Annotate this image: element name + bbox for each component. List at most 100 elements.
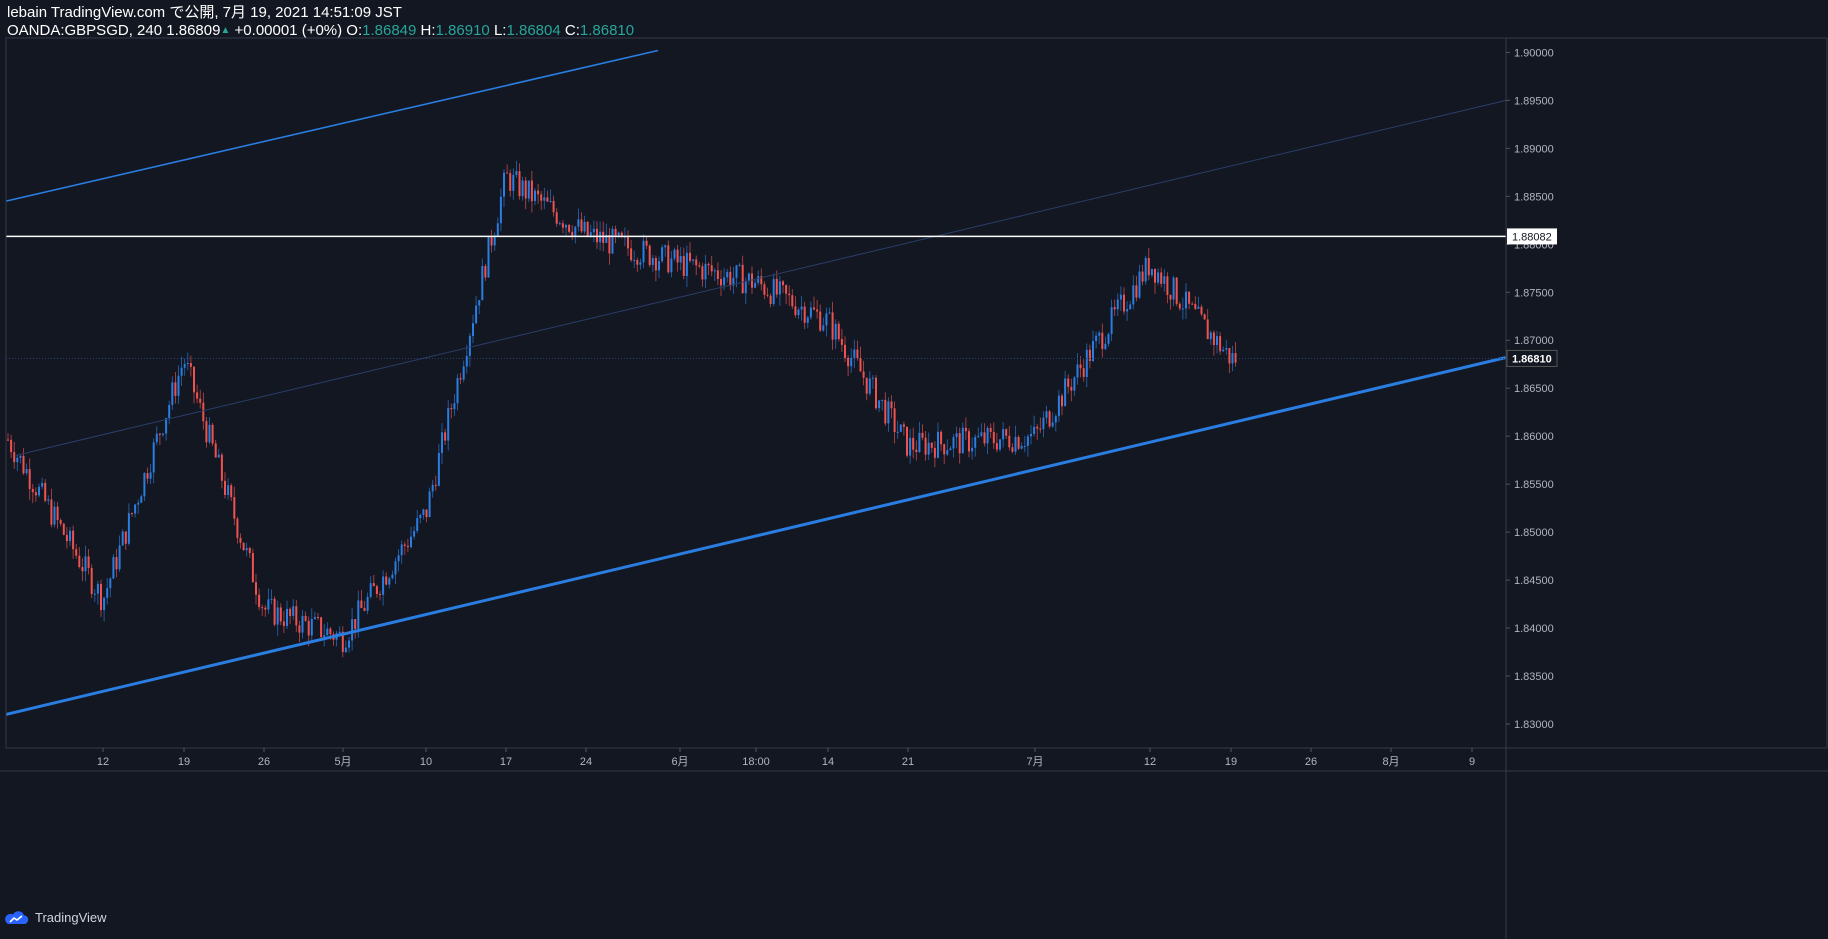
y-tick-label: 1.89500 <box>1514 95 1554 107</box>
candle-body <box>648 245 651 266</box>
candle-body <box>459 378 462 380</box>
candle-body <box>329 628 332 635</box>
candle-body <box>434 484 437 486</box>
candle-body <box>754 282 757 288</box>
candle-body <box>627 236 629 249</box>
candle-body <box>735 265 738 278</box>
candle-body <box>809 307 812 318</box>
candle-body <box>995 443 998 450</box>
candle-body <box>338 631 341 634</box>
y-tick-label: 1.85000 <box>1514 527 1554 539</box>
candle-body <box>286 608 288 626</box>
candle-body <box>850 357 853 367</box>
candle-body <box>946 450 949 455</box>
x-tick-label: 14 <box>822 756 834 768</box>
candle-body <box>878 400 881 409</box>
candle-body <box>62 523 65 535</box>
candle-body <box>394 561 397 575</box>
plot-area[interactable] <box>5 49 1507 716</box>
last-price-label: 1.86810 <box>1512 353 1552 365</box>
candle-body <box>971 447 974 452</box>
candle-body <box>496 223 499 236</box>
candle-body <box>961 427 964 454</box>
candle-body <box>189 362 192 367</box>
candle-body <box>25 469 28 474</box>
candle-body <box>1228 348 1231 364</box>
candle-body <box>738 264 741 266</box>
candle-body <box>1005 429 1008 436</box>
candle-body <box>1076 364 1079 378</box>
candle-body <box>282 621 285 626</box>
candle-body <box>326 628 329 636</box>
candle-body <box>220 454 223 481</box>
candle-body <box>1110 307 1113 334</box>
candle-body <box>47 499 50 501</box>
candle-body <box>490 236 493 246</box>
candle-body <box>1166 276 1169 296</box>
candle-body <box>831 312 834 340</box>
candle-body <box>44 482 47 501</box>
candle-body <box>403 544 406 546</box>
x-tick-label: 6月 <box>671 756 688 768</box>
candle-body <box>10 439 13 453</box>
candle-body <box>106 588 109 598</box>
candle-body <box>270 598 273 600</box>
x-tick-label: 19 <box>178 756 190 768</box>
candle-body <box>909 437 912 456</box>
candle-body <box>1095 335 1098 342</box>
candle-body <box>13 452 16 463</box>
candle-body <box>654 258 657 271</box>
candle-body <box>930 442 933 448</box>
candle-body <box>1064 378 1067 407</box>
candle-body <box>1020 446 1023 449</box>
candle-body <box>205 421 208 443</box>
candle-body <box>441 432 443 454</box>
candle-body <box>100 583 102 611</box>
candle-body <box>267 599 270 610</box>
candle-body <box>171 382 174 405</box>
candle-body <box>391 574 394 579</box>
candle-body <box>168 404 171 419</box>
candle-body <box>217 454 220 458</box>
x-tick-label: 12 <box>97 756 109 768</box>
candle-body <box>1123 294 1125 312</box>
candle-body <box>679 256 682 263</box>
candle-body <box>840 339 843 345</box>
candle-body <box>720 279 722 286</box>
candle-body <box>419 514 422 519</box>
candle-body <box>1045 411 1048 418</box>
candle-body <box>38 486 40 496</box>
candle-body <box>1219 336 1222 352</box>
candle-body <box>478 300 481 306</box>
price-chart[interactable]: 1.83000 1.83500 1.84000 1.84500 1.85000 1.855… <box>0 0 1828 939</box>
candle-body <box>651 258 654 266</box>
candle-body <box>298 625 301 633</box>
candle-body <box>772 278 775 305</box>
candle-body <box>552 200 555 213</box>
candle-body <box>146 473 149 479</box>
candle-body <box>344 647 347 652</box>
candle-body <box>1216 336 1218 346</box>
candle-body <box>902 424 905 427</box>
candle-body <box>534 190 536 202</box>
candle-body <box>744 280 747 294</box>
candle-body <box>1011 447 1014 452</box>
candle-body <box>1141 271 1144 282</box>
x-tick-label: 9 <box>1469 756 1475 768</box>
candle-body <box>366 596 369 611</box>
candle-body <box>1098 332 1101 336</box>
candle-body <box>481 265 484 301</box>
candle-body <box>162 433 164 435</box>
candle-body <box>416 518 419 531</box>
candle-body <box>921 432 924 438</box>
candle-body <box>788 293 791 296</box>
y-tick-label: 1.89000 <box>1514 143 1554 155</box>
tradingview-brand[interactable]: TradingView <box>35 910 107 925</box>
candle-body <box>816 309 819 312</box>
candle-body <box>701 266 704 280</box>
candle-body <box>1129 304 1132 310</box>
candle-body <box>574 226 577 237</box>
candle-body <box>357 600 360 629</box>
candle-body <box>1079 364 1082 369</box>
candle-body <box>695 259 698 266</box>
